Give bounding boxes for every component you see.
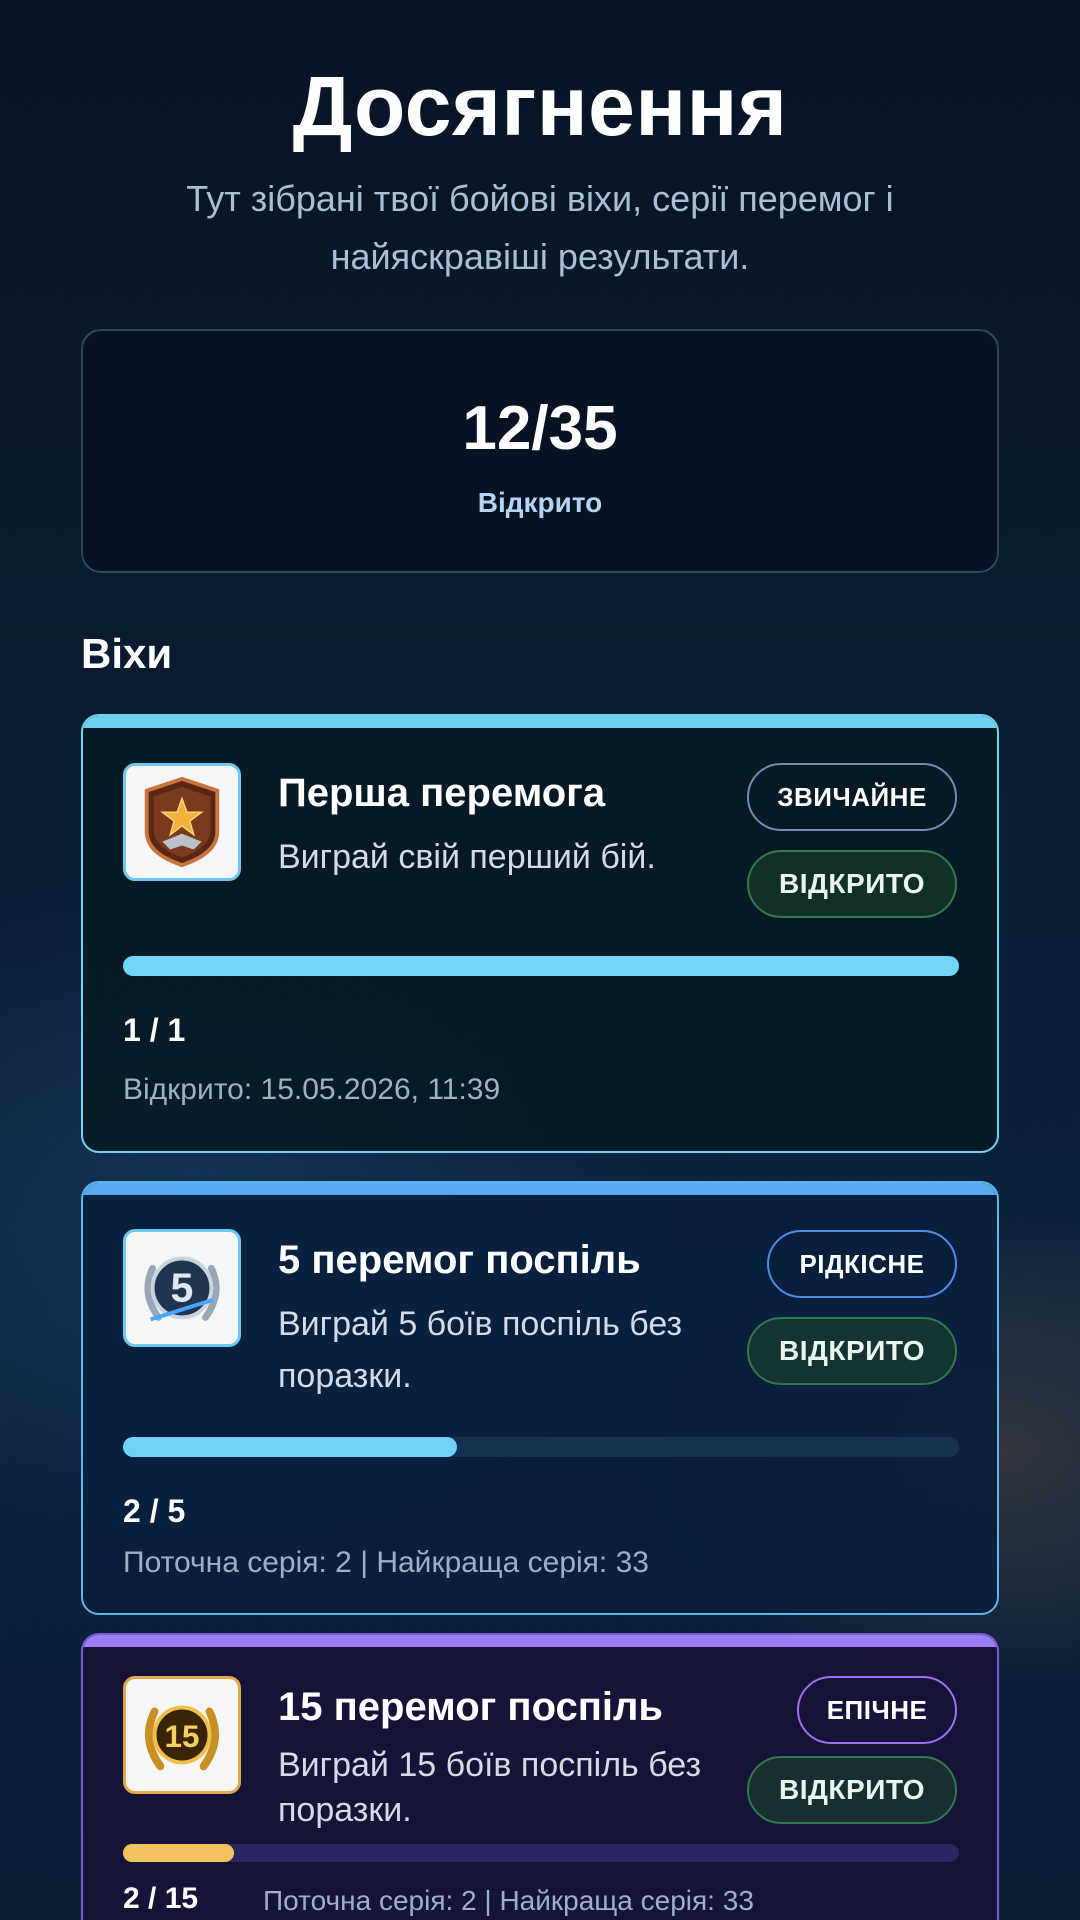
section-title-milestones: Віхи <box>81 630 173 677</box>
card-accent-bar <box>83 1183 997 1195</box>
progress-bar-fill <box>123 1844 235 1862</box>
achievements-page: Досягнення Тут зібрані твої бойові віхи,… <box>0 0 1080 1920</box>
achievement-icon-frame: 5 <box>123 1229 241 1347</box>
achievement-title: 5 перемог поспіль <box>278 1238 641 1282</box>
status-badge: ВІДКРИТО <box>747 850 957 918</box>
svg-text:15: 15 <box>165 1719 200 1754</box>
progress-bar-fill <box>123 956 959 976</box>
unlocked-summary-card: 12/35 Відкрито <box>81 329 999 573</box>
svg-text:5: 5 <box>171 1265 194 1311</box>
gold-15-wreath-icon: 15 <box>145 1705 219 1771</box>
achievement-description: Виграй 15 боїв поспіль без поразки. <box>278 1746 702 1829</box>
progress-bar-fill <box>123 1437 458 1457</box>
achievement-title: 15 перемог поспіль <box>278 1685 664 1729</box>
streak-info: Поточна серія: 2 | Найкраща серія: 33 <box>263 1885 754 1916</box>
achievement-card-5-win-streak[interactable]: 5 5 перемог поспіль Виграй 5 боїв поспіл… <box>81 1181 999 1615</box>
rarity-badge: РІДКІСНЕ <box>767 1230 957 1298</box>
page-title: Досягнення <box>292 59 788 153</box>
progress-bar <box>123 956 959 976</box>
progress-bar <box>123 1844 959 1862</box>
achievement-icon-frame <box>123 763 241 881</box>
status-badge: ВІДКРИТО <box>747 1756 957 1824</box>
status-badge: ВІДКРИТО <box>747 1317 957 1385</box>
bronze-star-medal-icon <box>144 776 220 868</box>
achievement-description: Виграй 5 боїв поспіль без поразки. <box>278 1305 683 1395</box>
progress-text: 2 / 5 <box>123 1493 186 1529</box>
progress-text: 2 / 15 <box>123 1882 199 1915</box>
card-accent-bar <box>83 716 997 728</box>
streak-info: Поточна серія: 2 | Найкраща серія: 33 <box>123 1546 649 1579</box>
unlocked-count-label: Відкрито <box>477 487 603 518</box>
achievement-card-first-win[interactable]: Перша перемога Виграй свій перший бій. З… <box>81 714 999 1153</box>
achievement-description: Виграй свій перший бій. <box>278 838 656 876</box>
unlocked-count: 12/35 <box>462 394 618 463</box>
achievement-icon-frame: 15 <box>123 1676 241 1794</box>
progress-text: 1 / 1 <box>123 1012 186 1048</box>
silver-5-wreath-icon: 5 <box>144 1256 220 1322</box>
achievement-title: Перша перемога <box>278 771 606 815</box>
rarity-badge: ЗВИЧАЙНЕ <box>747 763 957 831</box>
rarity-badge: ЕПІЧНЕ <box>797 1676 957 1744</box>
progress-bar <box>123 1437 959 1457</box>
achievement-card-15-win-streak[interactable]: 15 15 перемог поспіль Виграй 15 боїв пос… <box>81 1633 999 1920</box>
unlocked-date: Відкрито: 15.05.2026, 11:39 <box>123 1073 501 1106</box>
card-accent-bar <box>83 1635 997 1647</box>
page-subtitle: Тут зібрані твої бойові віхи, серії пере… <box>186 178 894 277</box>
